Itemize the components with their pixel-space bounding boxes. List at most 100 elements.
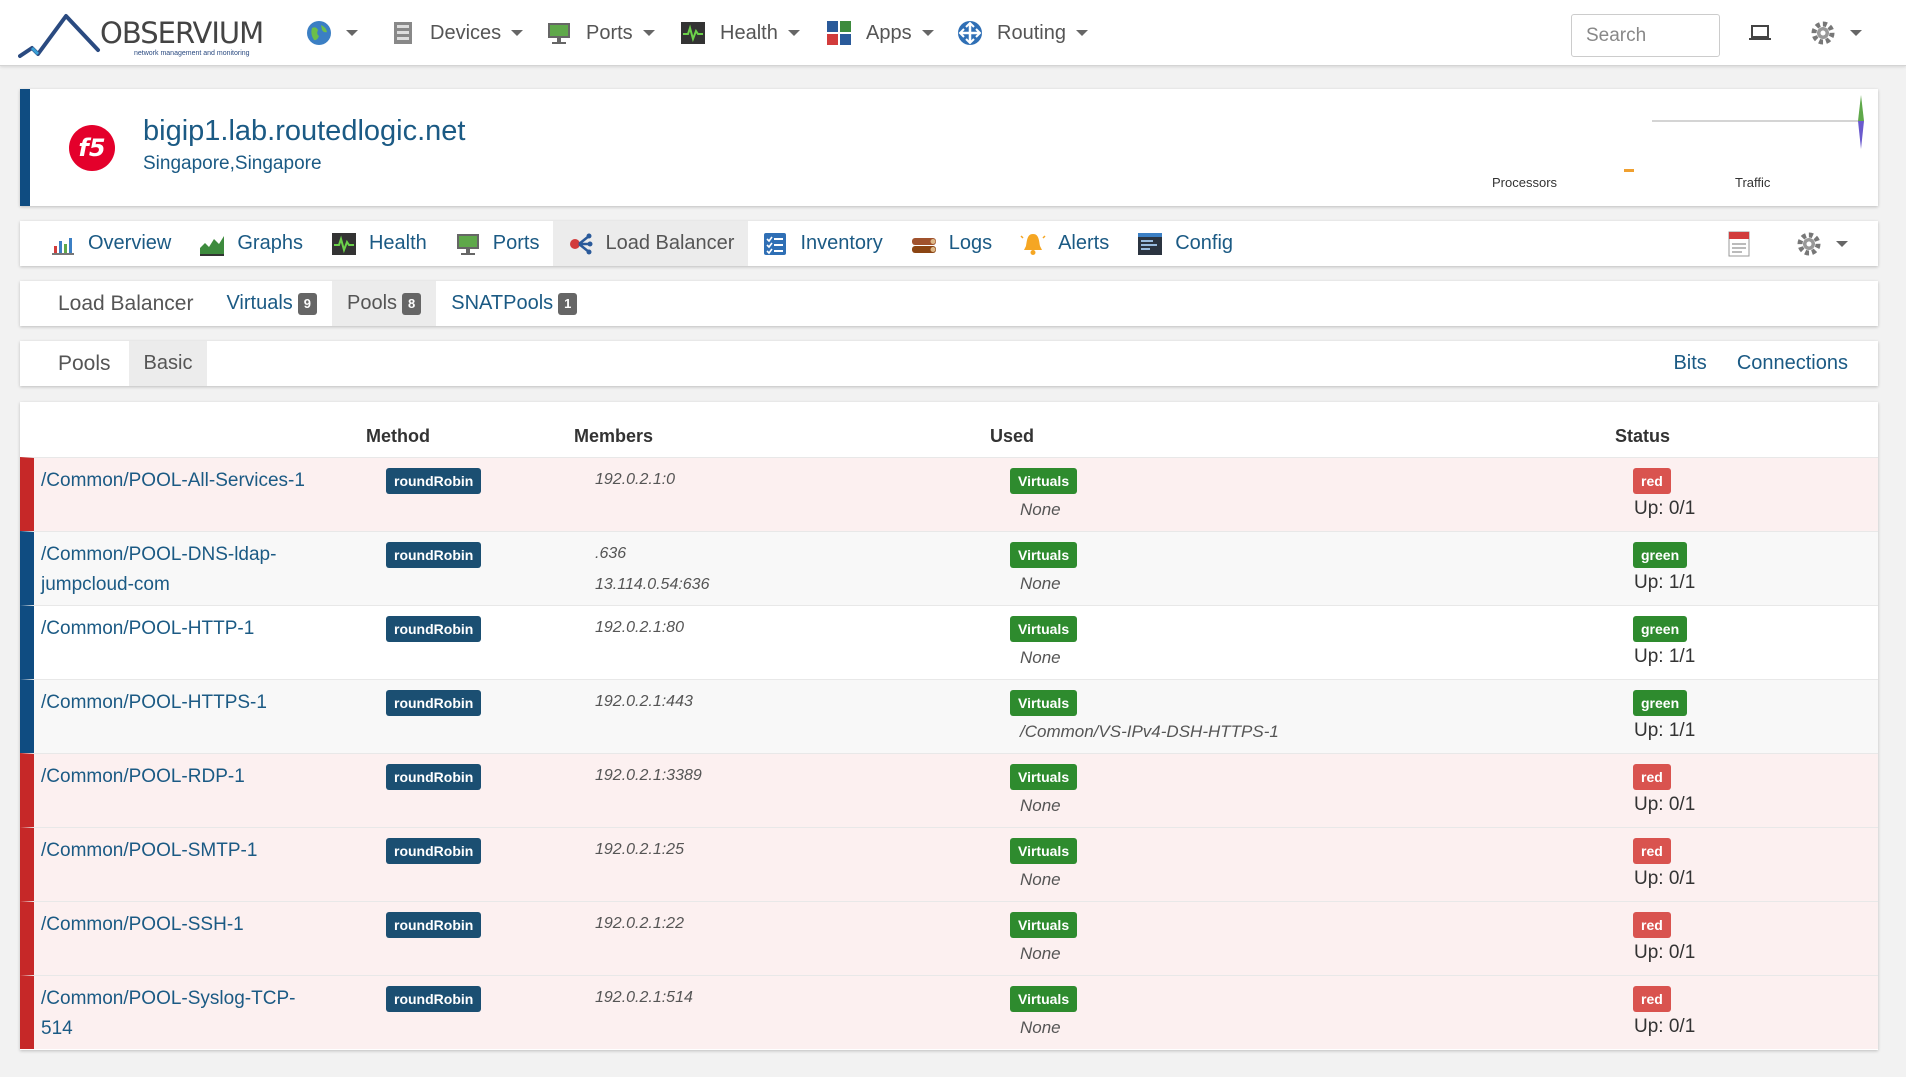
device-location: Singapore,Singapore — [143, 153, 322, 174]
used-by-virtual: None — [1020, 944, 1061, 963]
routing-icon — [958, 21, 982, 45]
nav-settings[interactable] — [1810, 0, 1862, 66]
device-hostname[interactable]: bigip1.lab.routedlogic.net — [143, 115, 465, 148]
overview-icon — [52, 237, 74, 255]
tab-connections[interactable]: Connections — [1722, 341, 1878, 386]
observium-logo[interactable]: OBSERVIUM network management and monitor… — [18, 10, 268, 60]
f5-logo-icon: f5 — [69, 125, 115, 171]
tab-load-balancer[interactable]: Load Balancer — [553, 221, 749, 266]
tab-overview[interactable]: Overview — [36, 221, 185, 266]
used-by-virtual-link[interactable]: /Common/VS-IPv4-DSH-HTTPS-1 — [1020, 722, 1279, 742]
globe-icon — [307, 21, 331, 45]
pool-name-link[interactable]: /Common/POOL-SSH-1 — [41, 910, 311, 940]
used-by-virtual: None — [1020, 574, 1061, 593]
tab-graphs[interactable]: Graphs — [185, 221, 317, 266]
tab-basic[interactable]: Basic — [128, 341, 208, 386]
heartbeat-icon — [681, 22, 705, 44]
tab-virtuals[interactable]: Virtuals 9 — [211, 281, 332, 326]
tab-logs-label: Logs — [948, 232, 993, 254]
device-tabs: Overview Graphs Health Ports Load Balanc… — [20, 221, 1878, 266]
status-badge: red — [1633, 468, 1671, 494]
pool-name-link[interactable]: /Common/POOL-All-Services-1 — [41, 466, 311, 496]
pool-member: 192.0.2.1:514 — [595, 989, 693, 1006]
tab-ports-label: Ports — [492, 232, 540, 254]
tab-snatpools-label: SNATPools — [451, 292, 554, 314]
nav-devices-label: Devices — [430, 21, 502, 44]
column-header-method: Method — [366, 426, 430, 446]
table-row: /Common/POOL-All-Services-1 roundRobin 1… — [20, 457, 1878, 531]
pool-name-link[interactable]: /Common/POOL-HTTP-1 — [41, 614, 311, 644]
pool-name-link[interactable]: /Common/POOL-HTTPS-1 — [41, 688, 311, 718]
report-icon — [1728, 231, 1750, 256]
method-label: roundRobin — [386, 468, 482, 494]
config-icon — [1138, 232, 1163, 255]
used-by-virtual: None — [1020, 500, 1061, 519]
table-row: /Common/POOL-Syslog-TCP-514 roundRobin 1… — [20, 975, 1878, 1049]
used-by-virtual: None — [1020, 648, 1061, 667]
pools-view-subnav: Pools Basic Bits Connections — [20, 341, 1878, 386]
table-row: /Common/POOL-DNS-ldap-jumpcloud-com roun… — [20, 531, 1878, 605]
method-label: roundRobin — [386, 838, 482, 864]
table-row: /Common/POOL-HTTPS-1 roundRobin 192.0.2.… — [20, 679, 1878, 753]
column-header-used: Used — [990, 426, 1035, 446]
table-row: /Common/POOL-HTTP-1 roundRobin 192.0.2.1… — [20, 605, 1878, 679]
nav-globe[interactable] — [306, 0, 358, 66]
tab-overview-label: Overview — [88, 232, 172, 254]
pool-member: 192.0.2.1:443 — [595, 693, 693, 710]
nav-routing[interactable]: Routing — [957, 0, 1088, 66]
tab-snatpools[interactable]: SNATPools 1 — [436, 281, 592, 326]
members-up-count: Up: 1/1 — [1634, 572, 1696, 593]
pool-name-link[interactable]: /Common/POOL-DNS-ldap-jumpcloud-com — [41, 540, 311, 600]
members-up-count: Up: 1/1 — [1634, 720, 1696, 741]
tab-bits[interactable]: Bits — [1658, 341, 1721, 386]
pool-member: 192.0.2.1:25 — [595, 841, 684, 858]
nav-ports-label: Ports — [586, 21, 633, 44]
status-badge: green — [1633, 542, 1688, 568]
load-balancer-subnav: Load Balancer Virtuals 9 Pools 8 SNATPoo… — [20, 281, 1878, 326]
traffic-graph[interactable] — [1640, 93, 1870, 173]
nav-apps[interactable]: Apps — [826, 0, 934, 66]
tab-inventory[interactable]: Inventory — [748, 221, 896, 266]
pool-name-link[interactable]: /Common/POOL-Syslog-TCP-514 — [41, 984, 311, 1044]
nav-laptop[interactable] — [1748, 0, 1772, 66]
nav-ports[interactable]: Ports — [546, 0, 655, 66]
nav-health[interactable]: Health — [680, 0, 800, 66]
logo-mark-icon — [18, 14, 100, 58]
method-label: roundRobin — [386, 542, 482, 568]
nav-devices[interactable]: Devices — [390, 0, 524, 66]
chevron-down-icon — [921, 30, 934, 36]
table-row: /Common/POOL-SSH-1 roundRobin 192.0.2.1:… — [20, 901, 1878, 975]
inventory-icon — [764, 232, 787, 255]
tab-virtuals-label: Virtuals — [226, 292, 293, 314]
server-icon — [394, 22, 412, 44]
svg-text:f5: f5 — [78, 134, 105, 162]
nav-routing-label: Routing — [997, 21, 1066, 44]
method-label: roundRobin — [386, 616, 482, 642]
pool-member: 13.114.0.54:636 — [595, 576, 710, 593]
pool-member: 192.0.2.1:80 — [595, 619, 684, 636]
tab-logs[interactable]: Logs — [897, 221, 1006, 266]
pool-name-link[interactable]: /Common/POOL-SMTP-1 — [41, 836, 311, 866]
virtuals-label: Virtuals — [1010, 468, 1078, 494]
traffic-graph-label: Traffic — [1735, 175, 1771, 190]
virtuals-label: Virtuals — [1010, 838, 1078, 864]
tab-config[interactable]: Config — [1123, 221, 1247, 266]
search-input[interactable] — [1571, 14, 1720, 57]
status-badge: green — [1633, 690, 1688, 716]
report-button[interactable] — [1702, 221, 1776, 266]
tab-pools[interactable]: Pools 8 — [332, 281, 437, 326]
nav-apps-label: Apps — [866, 21, 912, 44]
members-up-count: Up: 0/1 — [1634, 942, 1696, 963]
lb-subnav-title: Load Balancer — [58, 291, 194, 315]
pools-count-badge: 8 — [402, 292, 422, 315]
brand-name: OBSERVIUM — [100, 16, 264, 50]
tab-alerts[interactable]: Alerts — [1006, 221, 1123, 266]
virtuals-label: Virtuals — [1010, 616, 1078, 642]
chevron-down-icon — [346, 30, 358, 36]
tab-health[interactable]: Health — [317, 221, 441, 266]
device-settings-button[interactable] — [1776, 221, 1878, 266]
pool-name-link[interactable]: /Common/POOL-RDP-1 — [41, 762, 311, 792]
virtuals-label: Virtuals — [1010, 764, 1078, 790]
tab-ports[interactable]: Ports — [441, 221, 554, 266]
pool-member: 192.0.2.1:0 — [595, 471, 676, 488]
